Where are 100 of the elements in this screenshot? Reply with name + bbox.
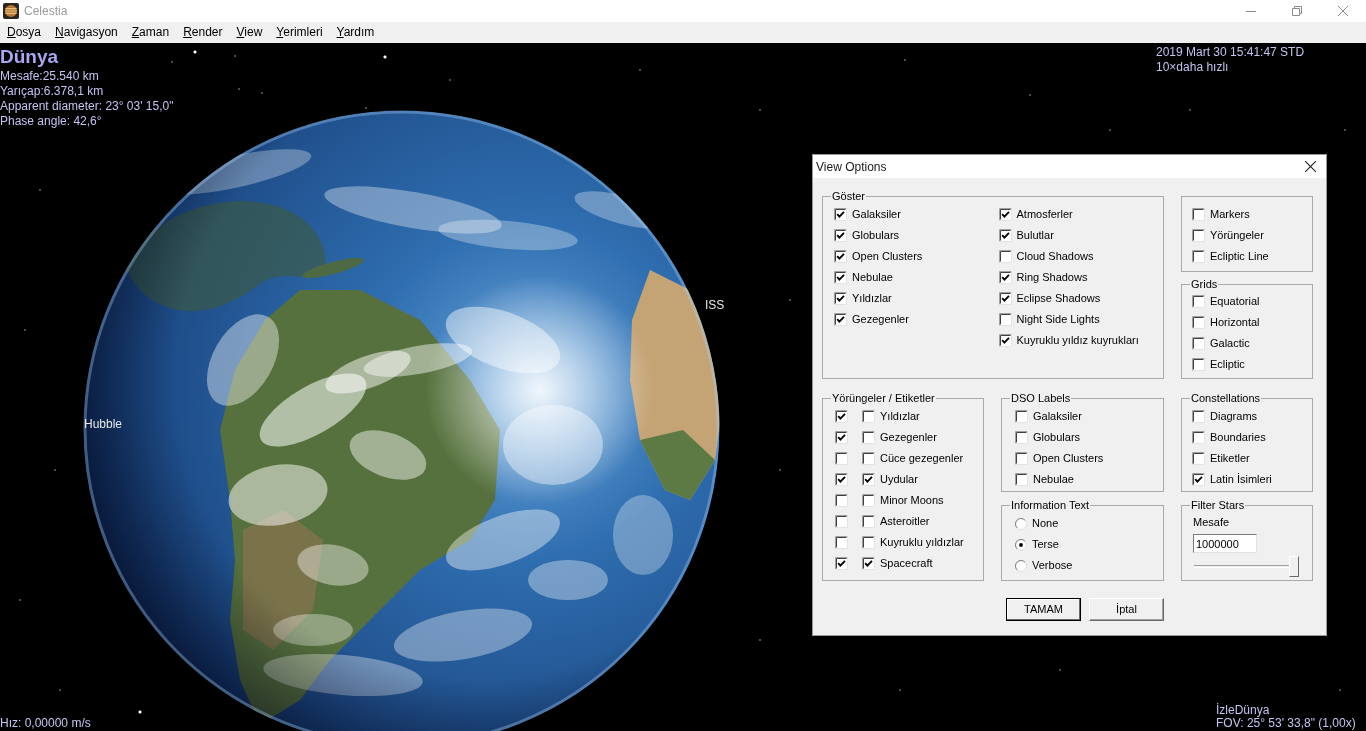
checkbox[interactable] <box>835 557 848 570</box>
checkbox[interactable] <box>1192 358 1205 371</box>
checkbox[interactable] <box>998 250 1012 263</box>
checkbox-label: Night Side Lights <box>1016 313 1100 326</box>
radio-button[interactable] <box>1015 517 1027 530</box>
checkbox[interactable] <box>834 292 847 305</box>
checkbox-label: Cüce gezegenler <box>880 452 964 465</box>
checkbox[interactable] <box>1192 208 1205 221</box>
checkbox-label: Yıldızlar <box>880 410 920 423</box>
checkbox-label: Atmosferler <box>1016 208 1073 221</box>
checkbox[interactable] <box>1192 410 1205 423</box>
checkbox-label: Nebulae <box>1033 473 1074 486</box>
group-title: Information Text <box>1010 499 1091 512</box>
checkbox-label: Yıldızlar <box>852 292 892 305</box>
checkbox[interactable] <box>862 431 875 444</box>
input-field[interactable]: 1000000 <box>1193 534 1257 553</box>
checkbox[interactable] <box>1015 431 1028 444</box>
object-label: Hubble <box>84 417 123 431</box>
checkbox-label: Kuyruklu yıldız kuyrukları <box>1016 334 1139 347</box>
radio-button[interactable] <box>1015 538 1027 551</box>
checkbox[interactable] <box>1015 410 1028 423</box>
checkbox-label: Ecliptic Line <box>1210 250 1269 263</box>
group-title: Grids <box>1190 278 1219 291</box>
checkbox[interactable] <box>998 313 1012 326</box>
checkbox[interactable] <box>835 536 848 549</box>
radio-label: Verbose <box>1032 559 1073 572</box>
date-time: 2019 Mart 30 15:41:47 STD <box>1156 45 1305 60</box>
checkbox[interactable] <box>1192 431 1205 444</box>
slider[interactable] <box>1193 556 1299 577</box>
checkbox-label: Open Clusters <box>1033 452 1104 465</box>
menu-item[interactable]: Zaman <box>124 22 177 43</box>
object-name: Dünya <box>0 47 60 67</box>
checkbox[interactable] <box>835 515 848 528</box>
checkbox-label: Diagrams <box>1210 410 1258 423</box>
checkbox[interactable] <box>835 452 848 465</box>
checkbox-label: Galaksiler <box>852 208 901 221</box>
group-title: Constellations <box>1190 392 1262 405</box>
dialog-button[interactable]: İptal <box>1089 598 1164 621</box>
checkbox[interactable] <box>835 473 848 486</box>
checkbox-label: Ring Shadows <box>1016 271 1088 284</box>
checkbox[interactable] <box>862 557 875 570</box>
checkbox-label: Globulars <box>1033 431 1081 444</box>
checkbox[interactable] <box>1015 452 1028 465</box>
checkbox[interactable] <box>862 536 875 549</box>
checkbox[interactable] <box>862 515 875 528</box>
checkbox-label: Gezegenler <box>852 313 909 326</box>
checkbox-label: Globulars <box>852 229 900 242</box>
tracking-status: İzleDünya <box>1216 704 1271 717</box>
checkbox[interactable] <box>1192 473 1205 486</box>
checkbox[interactable] <box>834 250 847 263</box>
checkbox[interactable] <box>998 334 1012 347</box>
slider-thumb[interactable] <box>1289 556 1299 577</box>
checkbox[interactable] <box>998 229 1012 242</box>
window-title: Celestia <box>24 3 68 20</box>
info-line: Apparent diameter: 23° 03' 15,0" <box>0 99 174 114</box>
checkbox[interactable] <box>1192 316 1205 329</box>
object-label: ISS <box>705 298 725 312</box>
checkbox[interactable] <box>834 229 847 242</box>
close-icon <box>1304 161 1316 172</box>
checkbox[interactable] <box>1192 229 1205 242</box>
menu-item[interactable]: Dosya <box>0 22 49 43</box>
checkbox[interactable] <box>998 292 1012 305</box>
group-title: DSO Labels <box>1010 392 1072 405</box>
app-icon <box>3 3 19 19</box>
radio-button[interactable] <box>1015 559 1027 572</box>
checkbox[interactable] <box>834 271 847 284</box>
minimize-icon <box>1246 10 1256 12</box>
menu-item[interactable]: Yardım <box>329 22 382 43</box>
checkbox[interactable] <box>835 494 848 507</box>
menu-item[interactable]: View <box>229 22 270 43</box>
checkbox-label: Open Clusters <box>852 250 923 263</box>
fov-readout: FOV: 25° 53' 33,8" (1,00x) <box>1216 717 1356 730</box>
checkbox[interactable] <box>998 271 1012 284</box>
checkbox-label: Equatorial <box>1210 295 1260 308</box>
group-title: Filter Stars <box>1190 499 1246 512</box>
checkbox[interactable] <box>1192 337 1205 350</box>
checkbox-label: Bulutlar <box>1016 229 1054 242</box>
checkbox[interactable] <box>1192 250 1205 263</box>
checkbox[interactable] <box>862 494 875 507</box>
checkbox[interactable] <box>862 473 875 486</box>
dialog-button[interactable]: TAMAM <box>1006 598 1081 621</box>
checkbox[interactable] <box>835 410 848 423</box>
checkbox[interactable] <box>998 208 1012 221</box>
checkbox[interactable] <box>862 452 875 465</box>
checkbox[interactable] <box>835 431 848 444</box>
menu-item[interactable]: Render <box>176 22 230 43</box>
checkbox[interactable] <box>862 410 875 423</box>
time-rate: 10×daha hızlı <box>1156 60 1230 75</box>
checkbox[interactable] <box>1192 295 1205 308</box>
checkbox-label: Gezegenler <box>880 431 937 444</box>
menu-item[interactable]: Yerimleri <box>269 22 330 43</box>
checkbox[interactable] <box>834 208 847 221</box>
checkbox[interactable] <box>834 313 847 326</box>
checkbox-label: Minor Moons <box>880 494 944 507</box>
menu-item[interactable]: Navigasyon <box>48 22 125 43</box>
checkbox[interactable] <box>1192 452 1205 465</box>
checkbox-label: Uydular <box>880 473 918 486</box>
checkbox[interactable] <box>1015 473 1028 486</box>
restore-icon <box>1292 6 1302 16</box>
speed-readout: Hız: 0,00000 m/s <box>0 716 91 730</box>
